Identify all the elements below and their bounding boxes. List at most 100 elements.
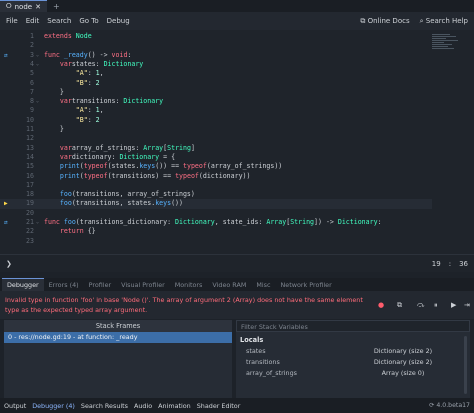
cursor-column: 36 bbox=[459, 259, 468, 268]
code-line[interactable]: 15 print(typeof(states.keys()) == typeof… bbox=[0, 162, 432, 171]
tab-debugger-bottom[interactable]: Debugger (4) bbox=[32, 402, 75, 410]
variable-value: Dictionary (size 2) bbox=[373, 347, 433, 355]
fold-arrow-icon[interactable]: ⌄ bbox=[36, 97, 39, 106]
code-line[interactable]: 20 bbox=[0, 209, 432, 218]
continue-icon[interactable]: ▶ bbox=[451, 301, 456, 309]
pause-icon[interactable]: ⏸ bbox=[434, 301, 438, 310]
step-icon[interactable]: ⇥ bbox=[464, 301, 470, 309]
code-token: ()) bbox=[171, 199, 183, 208]
code-line[interactable]: 6 "B": 2 bbox=[0, 79, 432, 88]
code-line[interactable]: 11 } bbox=[0, 125, 432, 134]
add-tab-button[interactable]: + bbox=[53, 2, 60, 11]
toggle-scripts-panel-icon[interactable]: ❯ bbox=[6, 260, 12, 268]
code-token: String bbox=[167, 143, 191, 152]
menu-edit[interactable]: Edit bbox=[26, 17, 40, 25]
fold-arrow-icon[interactable]: ⌄ bbox=[36, 51, 39, 60]
break-icon[interactable]: ● bbox=[378, 301, 384, 309]
tab-visual-profiler[interactable]: Visual Profiler bbox=[116, 279, 170, 291]
code-line[interactable]: 8 ⌄ vartransitions: Dictionary bbox=[0, 97, 432, 106]
code-token: (transitions, array_of_strings) bbox=[71, 190, 195, 199]
tab-shader-editor[interactable]: Shader Editor bbox=[197, 402, 241, 410]
code-line[interactable]: ⇄ 21 ⌄ func foo(transitions_dictionary: Dic… bbox=[0, 218, 432, 227]
menu-debug[interactable]: Debug bbox=[107, 17, 130, 25]
online-docs-button[interactable]: ⧉ Online Docs bbox=[360, 17, 409, 26]
code-line[interactable]: 23 bbox=[0, 237, 432, 246]
tab-animation[interactable]: Animation bbox=[158, 402, 191, 410]
filter-stack-variables-input[interactable]: Filter Stack Variables bbox=[236, 320, 470, 332]
code-text: foo(transitions, states.keys()) bbox=[44, 199, 183, 208]
search-help-button[interactable]: ⌕ Search Help bbox=[420, 17, 468, 26]
code-line[interactable]: 18 foo(transitions, array_of_strings) bbox=[0, 190, 432, 199]
variable-row[interactable]: array_of_strings Array (size 0) bbox=[236, 368, 470, 379]
code-line[interactable]: 2 bbox=[0, 41, 432, 50]
minimap[interactable] bbox=[432, 34, 462, 54]
stack-frames-panel: Stack Frames 0 - res://node.gd:19 - at f… bbox=[4, 320, 232, 398]
code-text: return {} bbox=[44, 227, 96, 236]
variable-row[interactable]: transitions Dictionary (size 2) bbox=[236, 357, 470, 368]
external-link-icon: ⧉ bbox=[360, 16, 366, 25]
code-line[interactable]: 14 vardictionary: Dictionary = { bbox=[0, 153, 432, 162]
tab-debugger[interactable]: Debugger bbox=[2, 278, 44, 291]
code-line[interactable]: ▶ 19 foo(transitions, states.keys()) bbox=[0, 199, 432, 209]
code-editor[interactable]: 1 extends Node 2 ⇄ 3 ⌄ func _ready() -> void: 4… bbox=[0, 30, 474, 254]
copy-error-icon[interactable]: ⧉ bbox=[397, 301, 402, 310]
code-token: (transitions) == bbox=[107, 171, 176, 180]
code-line[interactable]: 1 extends Node bbox=[0, 32, 432, 41]
line-number: 12 bbox=[26, 134, 34, 143]
code-token: extends bbox=[44, 32, 72, 40]
tab-node[interactable]: ⭘ node ✕ bbox=[0, 0, 47, 12]
menu-file[interactable]: File bbox=[6, 17, 18, 25]
stack-frame-row[interactable]: 0 - res://node.gd:19 - at function: _rea… bbox=[4, 332, 232, 343]
variable-name: transitions bbox=[246, 358, 280, 366]
tab-errors[interactable]: Errors (4) bbox=[44, 279, 84, 291]
tab-video-ram[interactable]: Video RAM bbox=[207, 279, 251, 291]
menu-goto[interactable]: Go To bbox=[79, 17, 98, 25]
code-text: func foo(transitions_dictionary: Diction… bbox=[44, 218, 382, 227]
tab-audio[interactable]: Audio bbox=[134, 402, 152, 410]
tab-search-results[interactable]: Search Results bbox=[81, 402, 128, 410]
code-token: : bbox=[87, 106, 96, 115]
code-token: } bbox=[44, 87, 64, 96]
code-line[interactable]: 13 vararray_of_strings: Array[String] bbox=[0, 144, 432, 153]
menu-search[interactable]: Search bbox=[47, 17, 71, 25]
tab-misc[interactable]: Misc bbox=[251, 279, 275, 291]
code-token: foo bbox=[59, 199, 72, 208]
line-number: 9 bbox=[30, 106, 34, 115]
line-number: 19 bbox=[26, 199, 34, 208]
line-number: 13 bbox=[26, 143, 34, 152]
code-text: vardictionary: Dictionary = { bbox=[44, 153, 175, 162]
code-token: return bbox=[59, 227, 84, 236]
close-icon[interactable]: ✕ bbox=[35, 3, 41, 11]
code-token: _ready bbox=[63, 50, 88, 59]
code-text: extends Node bbox=[44, 32, 92, 41]
fold-arrow-icon[interactable]: ⌄ bbox=[36, 218, 39, 227]
code-line[interactable]: 17 bbox=[0, 181, 432, 190]
code-line[interactable]: 10 "B": 2 bbox=[0, 116, 432, 125]
tab-profiler[interactable]: Profiler bbox=[84, 279, 117, 291]
code-line[interactable]: 12 bbox=[0, 134, 432, 143]
code-line[interactable]: ⇄ 3 ⌄ func _ready() -> void: bbox=[0, 51, 432, 60]
tab-network-profiler[interactable]: Network Profiler bbox=[276, 279, 337, 291]
code-line[interactable]: 9 "A": 1, bbox=[0, 106, 432, 115]
tab-monitors[interactable]: Monitors bbox=[170, 279, 208, 291]
variables-scrollbar[interactable] bbox=[464, 336, 467, 394]
code-line[interactable]: 5 "A": 1, bbox=[0, 69, 432, 78]
code-line[interactable]: 7 } bbox=[0, 88, 432, 97]
code-line[interactable]: 16 print(typeof(transitions) == typeof(d… bbox=[0, 172, 432, 181]
fold-arrow-icon[interactable]: ⌄ bbox=[36, 60, 39, 69]
code-text: vartransitions: Dictionary bbox=[44, 97, 163, 106]
variable-row[interactable]: states Dictionary (size 2) bbox=[236, 346, 470, 357]
skip-breakpoints-icon[interactable]: ⤼ bbox=[417, 301, 424, 310]
code-token: ]) -> bbox=[314, 218, 338, 226]
code-token: Dictionary bbox=[119, 152, 160, 161]
stack-variables-panel: Filter Stack Variables Locals states Dic… bbox=[236, 320, 470, 398]
code-line[interactable]: 4 ⌄ varstates: Dictionary bbox=[0, 60, 432, 69]
code-token: void bbox=[111, 50, 128, 59]
line-number: 5 bbox=[30, 69, 34, 78]
code-token: (array_of_strings)) bbox=[206, 162, 283, 171]
code-line[interactable]: 22 return {} bbox=[0, 227, 432, 236]
tab-output[interactable]: Output bbox=[4, 402, 26, 410]
